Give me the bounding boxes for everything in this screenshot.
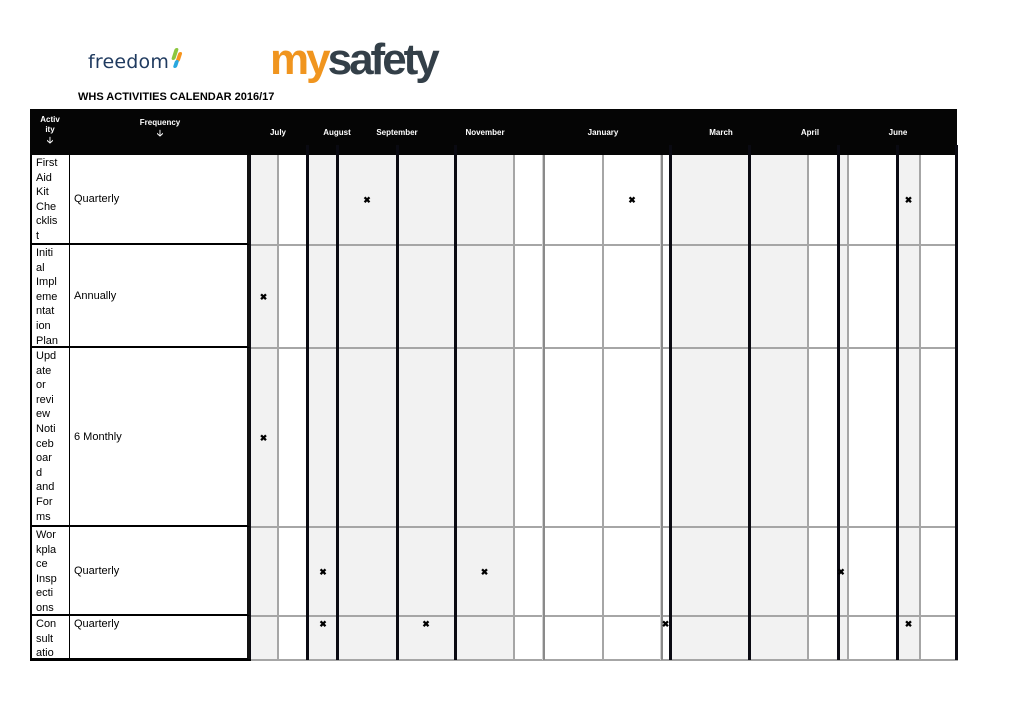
header-activity-line2: ity [45,125,55,134]
column-divider [602,155,604,660]
header-month-march: March [709,128,733,137]
scheduled-mark-icon: ✖ [628,195,636,205]
column-divider [919,155,921,660]
header-frequency-label: Frequency [139,118,181,127]
activity-cell: Initi al Impl eme ntat ion Plan [30,245,71,348]
column-divider [306,145,309,660]
mysafety-logo-my: my [270,35,331,84]
frequency-cell: Annually [70,245,250,348]
header-month-january: January [587,128,619,137]
header-month-september: September [376,128,418,137]
arrow-down-icon: 🡣 [156,128,164,138]
scheduled-mark-icon: ✖ [661,619,670,629]
grid-column [397,155,455,660]
column-divider [955,145,958,660]
grid-column [749,155,808,660]
column-divider [748,145,751,660]
header-frequency: Frequency 🡣 [70,118,250,138]
activity-cell: Upd ate or revi ew Noti ceb oar d and Fo… [30,348,71,527]
grid-column [808,155,838,660]
scheduled-mark-icon: ✖ [904,619,913,629]
column-divider [807,155,809,660]
grid-column [455,155,514,660]
grid-column [249,155,278,660]
column-divider [513,155,515,660]
header-activity: Activ ity 🡣 [30,115,70,145]
grid-column [603,155,661,660]
page-title: WHS ACTIVITIES CALENDAR 2016/17 [78,91,275,103]
frequency-cell: Quarterly [70,527,250,616]
table-bottom-border [30,659,251,661]
column-divider [454,145,457,660]
scheduled-mark-icon: ✖ [363,195,371,205]
arrow-down-icon: 🡣 [46,135,54,145]
scheduled-mark-icon: ✖ [259,291,268,302]
grid-column [670,155,749,660]
freedom-logo-text: freedom [88,51,170,73]
grid-column [920,155,956,660]
freedom-logo: freedom [88,48,184,73]
scheduled-mark-icon: ✖ [319,566,327,577]
activity-cell: First Aid Kit Che cklis t [30,155,71,245]
grid-column [514,155,543,660]
mysafety-logo: mysafety [270,35,440,84]
grid-column [278,155,307,660]
column-divider [542,155,545,660]
scheduled-mark-icon: ✖ [319,619,327,629]
grid-column [307,155,337,660]
header-month-april: April [800,128,820,137]
scheduled-mark-icon: ✖ [259,432,268,443]
freedom-leaf-icon [170,48,184,70]
column-divider [277,155,279,660]
frequency-cell: Quarterly [70,616,250,660]
activity-cell: Con sult atio [30,616,71,660]
column-divider [336,145,339,660]
scheduled-mark-icon: ✖ [904,195,913,205]
scheduled-mark-icon: ✖ [480,566,489,577]
column-divider [847,155,849,660]
activity-cell: Wor kpla ce Insp ecti ons [30,527,71,616]
scheduled-mark-icon: ✖ [422,619,430,629]
frequency-cell: 6 Monthly [70,348,250,527]
header-month-june: June [888,128,908,137]
column-divider [837,145,840,660]
column-divider [669,145,672,660]
header-month-november: November [465,128,505,137]
column-divider [896,145,899,660]
mysafety-logo-safety: safety [327,35,440,84]
frequency-cell: Quarterly [70,155,250,245]
grid-column [337,155,397,660]
header-activity-line1: Activ [40,115,60,124]
grid-column [848,155,897,660]
grid-column [543,155,603,660]
column-divider [660,155,663,660]
grid-column [897,155,920,660]
column-divider [396,145,399,660]
scheduled-mark-icon: ✖ [837,566,845,577]
